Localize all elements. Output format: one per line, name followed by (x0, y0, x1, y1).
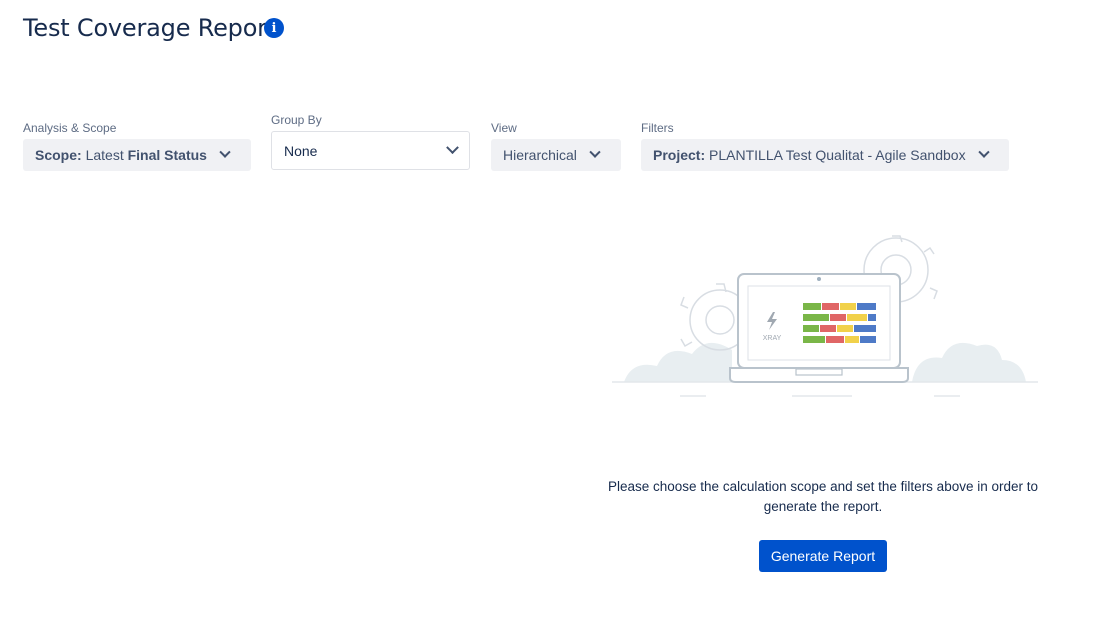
chevron-down-icon (977, 146, 990, 158)
scope-prefix: Scope: (35, 147, 82, 163)
project-filter-dropdown[interactable]: Project: PLANTILLA Test Qualitat - Agile… (641, 139, 1009, 171)
view-dropdown[interactable]: Hierarchical (491, 139, 621, 171)
group-by-select[interactable]: None (271, 131, 470, 170)
group-by-label: Group By (271, 113, 322, 127)
view-value: Hierarchical (503, 147, 577, 163)
chevron-down-icon (219, 146, 231, 158)
info-icon[interactable]: i (264, 18, 284, 38)
scope-dropdown[interactable]: Scope: Latest Final Status (23, 139, 251, 171)
chevron-down-icon (446, 141, 459, 155)
project-prefix: Project: (653, 147, 706, 163)
chevron-down-icon (589, 146, 601, 158)
empty-state-illustration: XRAY (612, 235, 1038, 397)
analysis-scope-label: Analysis & Scope (23, 121, 117, 135)
group-by-value: None (284, 142, 318, 159)
page-title: Test Coverage Report (23, 14, 277, 42)
scope-value-plain: Latest (85, 147, 124, 163)
scope-value-bold: Final Status (127, 147, 207, 163)
xray-logo-text: XRAY (763, 335, 782, 342)
project-value: PLANTILLA Test Qualitat - Agile Sandbox (709, 147, 966, 163)
empty-state-message: Please choose the calculation scope and … (607, 479, 1039, 514)
view-label: View (491, 121, 517, 135)
generate-report-button[interactable]: Generate Report (759, 540, 887, 572)
filters-label: Filters (641, 121, 674, 135)
